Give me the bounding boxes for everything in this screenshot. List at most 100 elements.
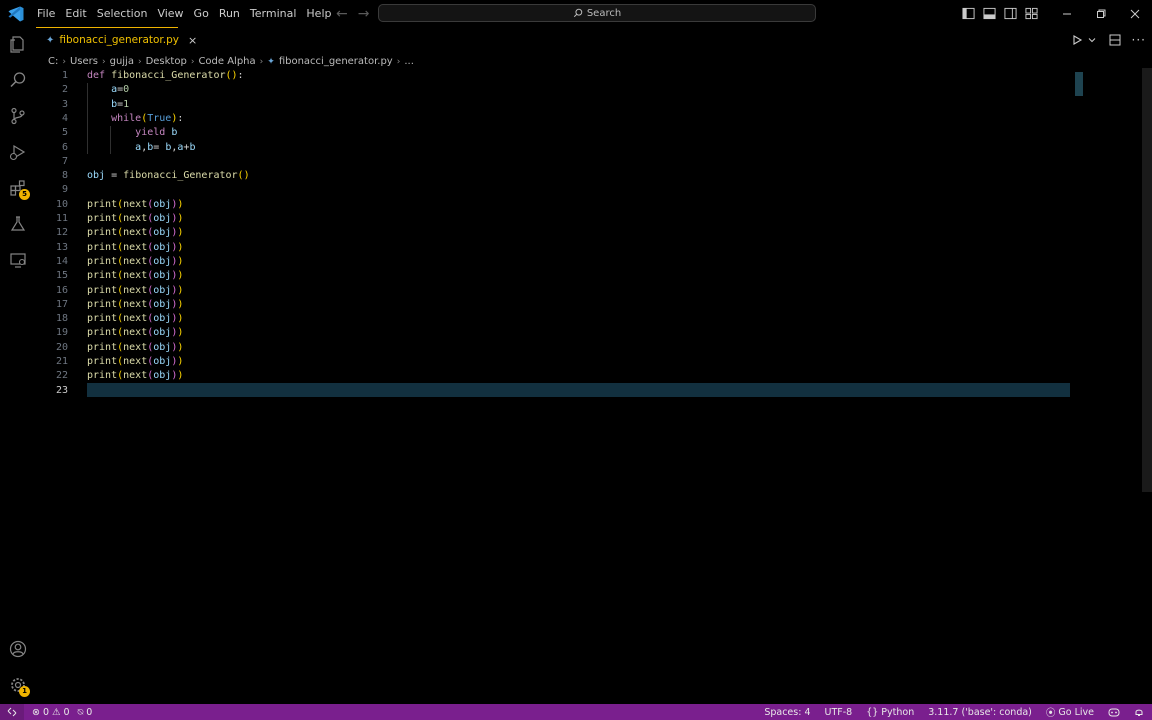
line-number: 9 (61, 184, 68, 196)
code-line[interactable]: 14 print(next(obj)) (36, 255, 1076, 269)
source-control-icon[interactable] (6, 104, 30, 128)
code-line[interactable]: 21 print(next(obj)) (36, 355, 1076, 369)
status-right: Spaces: 4 UTF-8 {} Python 3.11.7 ('base'… (764, 704, 1144, 720)
code-line[interactable]: 1 def fibonacci_Generator(): (36, 69, 1076, 83)
code-line[interactable]: 11 print(next(obj)) (36, 212, 1076, 226)
line-code: print(next(obj)) (87, 370, 184, 382)
editor-scrollbar[interactable] (1142, 68, 1152, 492)
go-live-button[interactable]: ⦿ Go Live (1045, 705, 1094, 720)
menu-run[interactable]: Run (214, 0, 245, 27)
notifications-bell-icon[interactable] (1134, 707, 1144, 717)
menu-terminal[interactable]: Terminal (245, 0, 302, 27)
testing-flask-icon[interactable] (6, 212, 30, 236)
forward-arrow-icon[interactable]: → (358, 6, 370, 22)
code-line[interactable]: 17 print(next(obj)) (36, 298, 1076, 312)
tab-label: fibonacci_generator.py (59, 34, 179, 46)
line-code: print(next(obj)) (87, 198, 184, 210)
customize-layout-icon[interactable] (1022, 4, 1042, 24)
status-bar: ⊗ 0 ⚠ 0 ⍉ 0 Spaces: 4 UTF-8 {} Python 3.… (0, 704, 1152, 720)
indentation-status[interactable]: Spaces: 4 (764, 707, 810, 718)
python-interpreter[interactable]: 3.11.7 ('base': conda) (928, 707, 1032, 718)
menu-selection[interactable]: Selection (92, 0, 153, 27)
menu-file[interactable]: File (32, 0, 60, 27)
line-number: 2 (61, 84, 68, 96)
run-dropdown-chevron-icon[interactable] (1088, 36, 1096, 44)
remote-indicator-icon[interactable] (0, 704, 24, 720)
code-line[interactable]: 7 (36, 155, 1076, 169)
code-line[interactable]: 8 obj = fibonacci_Generator() (36, 169, 1076, 183)
breadcrumb-item[interactable]: fibonacci_generator.py (279, 56, 393, 67)
radio-tower-icon: ⦿ (1045, 708, 1056, 719)
menu-edit[interactable]: Edit (60, 0, 91, 27)
toggle-primary-sidebar-icon[interactable] (959, 4, 979, 24)
code-line[interactable]: 15 print(next(obj)) (36, 269, 1076, 283)
code-line[interactable]: 10 print(next(obj)) (36, 198, 1076, 212)
chevron-right-icon: › (190, 56, 195, 67)
back-arrow-icon[interactable]: ← (336, 6, 348, 22)
code-line[interactable]: 13 print(next(obj)) (36, 241, 1076, 255)
breadcrumb-item[interactable]: Code Alpha (198, 56, 255, 67)
line-number: 3 (61, 98, 68, 110)
code-editor[interactable]: 1 def fibonacci_Generator(): 2 a=0 3 b=1 4 w… (36, 68, 1140, 704)
code-line[interactable]: 23 (36, 384, 1076, 398)
run-python-file-icon[interactable] (1070, 33, 1084, 47)
code-line[interactable]: 3 b=1 (36, 98, 1076, 112)
menu-view[interactable]: View (152, 0, 188, 27)
more-actions-icon[interactable]: ··· (1132, 33, 1146, 47)
breadcrumb-item[interactable]: ... (404, 56, 414, 67)
ports-indicator[interactable]: ⍉ 0 (78, 707, 93, 718)
line-code: print(next(obj)) (87, 356, 184, 367)
braces-icon: {} (866, 706, 879, 718)
code-line[interactable]: 6 a,b= b,a+b (36, 141, 1076, 155)
problems-indicator[interactable]: ⊗ 0 ⚠ 0 (32, 707, 70, 718)
line-code: print(next(obj)) (87, 270, 184, 282)
code-line[interactable]: 18 print(next(obj)) (36, 312, 1076, 326)
encoding-status[interactable]: UTF-8 (825, 707, 853, 718)
command-center-search[interactable]: Search (378, 4, 816, 22)
tab-close-icon[interactable]: × (188, 34, 197, 47)
explorer-icon[interactable] (6, 32, 30, 56)
split-editor-icon[interactable] (1108, 33, 1122, 47)
minimize-icon[interactable] (1050, 0, 1084, 27)
code-line[interactable]: 16 print(next(obj)) (36, 284, 1076, 298)
line-number: 16 (55, 284, 68, 296)
vscode-logo-icon (8, 6, 24, 21)
copilot-icon[interactable] (1108, 707, 1120, 717)
tab-fibonacci-generator[interactable]: ✦ fibonacci_generator.py × (36, 27, 197, 52)
run-debug-icon[interactable] (6, 140, 30, 164)
code-line[interactable]: 12 print(next(obj)) (36, 226, 1076, 240)
editor-actions: ··· (1070, 27, 1152, 52)
menu-help[interactable]: Help (301, 0, 336, 27)
python-file-icon: ✦ (267, 56, 275, 67)
remote-explorer-icon[interactable] (6, 248, 30, 272)
code-line[interactable]: 2 a=0 (36, 83, 1076, 97)
breadcrumb: C: › Users › gujja › Desktop › Code Alph… (48, 54, 414, 69)
breadcrumb-item[interactable]: C: (48, 56, 58, 67)
python-file-icon: ✦ (46, 34, 55, 46)
code-line[interactable]: 20 print(next(obj)) (36, 341, 1076, 355)
account-icon[interactable] (6, 637, 30, 661)
breadcrumb-item[interactable]: gujja (110, 56, 134, 67)
line-code: print(next(obj)) (87, 327, 184, 339)
code-line[interactable]: 5 yield b (36, 126, 1076, 140)
code-line[interactable]: 4 while(True): (36, 112, 1076, 126)
line-number: 15 (55, 270, 68, 282)
search-sidebar-icon[interactable] (6, 68, 30, 92)
line-number: 7 (61, 155, 68, 167)
close-window-icon[interactable] (1118, 0, 1152, 27)
toggle-secondary-sidebar-icon[interactable] (1001, 4, 1021, 24)
minimap-slider[interactable] (1075, 72, 1083, 96)
toggle-panel-icon[interactable] (980, 4, 1000, 24)
code-line[interactable]: 19 print(next(obj)) (36, 326, 1076, 340)
breadcrumb-item[interactable]: Desktop (146, 56, 187, 67)
breadcrumb-item[interactable]: Users (70, 56, 98, 67)
error-icon: ⊗ (32, 706, 40, 718)
restore-icon[interactable] (1084, 0, 1118, 27)
language-mode[interactable]: {} Python (866, 707, 914, 718)
line-number: 12 (55, 227, 68, 239)
line-number: 20 (55, 341, 68, 353)
code-line[interactable]: 9 (36, 183, 1076, 197)
title-bar: File Edit Selection View Go Run Terminal… (0, 0, 1152, 27)
code-line[interactable]: 22 print(next(obj)) (36, 369, 1076, 383)
menu-go[interactable]: Go (189, 0, 214, 27)
